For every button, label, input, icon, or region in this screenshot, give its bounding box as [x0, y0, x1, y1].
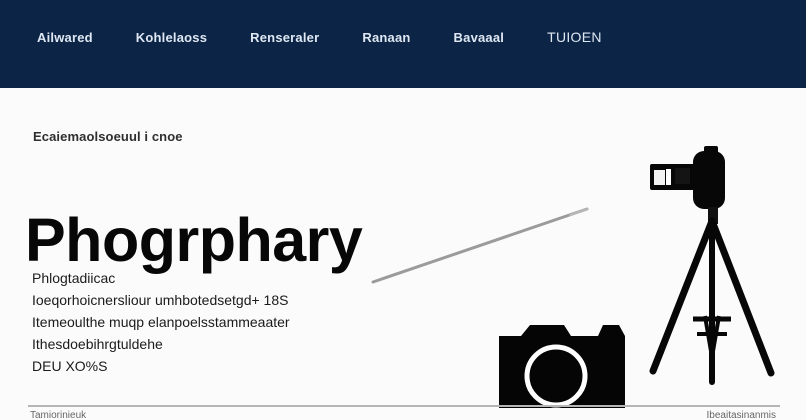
nav-item-2[interactable]: Kohlelaoss [136, 30, 207, 45]
hero-kicker: Ecaiemaolsoeuul i cnoe [33, 129, 183, 144]
description-line-4: Ithesdoebihrgtuldehe [32, 336, 163, 352]
nav-item-6[interactable]: TUIOEN [547, 29, 602, 45]
camera-icon [499, 325, 625, 408]
nav-item-1[interactable]: Ailwared [37, 30, 93, 45]
footer-left-text: Tamiorinieuk [30, 410, 87, 420]
nav-item-5[interactable]: Bavaaal [454, 30, 505, 45]
pointer-line-icon [371, 207, 589, 284]
top-navigation-bar: Ailwared Kohlelaoss Renseraler Ranaan Ba… [0, 0, 806, 88]
main-navigation: Ailwared Kohlelaoss Renseraler Ranaan Ba… [37, 29, 602, 45]
nav-item-4[interactable]: Ranaan [362, 30, 410, 45]
hero-title: Phogrphary [25, 205, 363, 274]
footer-right-text: Ibeaitasinanmis [706, 410, 776, 420]
bottom-divider [28, 405, 780, 407]
description-line-2: Ioeqorhoicnersliour umhbotedsetgd+ 18S [32, 292, 289, 308]
hero-section: Ecaiemaolsoeuul i cnoe Phogrphary Phlogt… [0, 88, 806, 420]
description-line-5: DEU XO%S [32, 358, 108, 374]
hero-description: Phlogtadiicac Ioeqorhoicnersliour umhbot… [32, 267, 372, 377]
description-line-1: Phlogtadiicac [32, 270, 116, 286]
camera-on-tripod-icon [649, 146, 775, 385]
description-line-3: Itemeoulthe muqp elanpoelsstammeaater [32, 314, 290, 330]
page: Ailwared Kohlelaoss Renseraler Ranaan Ba… [0, 0, 806, 420]
nav-item-3[interactable]: Renseraler [250, 30, 319, 45]
